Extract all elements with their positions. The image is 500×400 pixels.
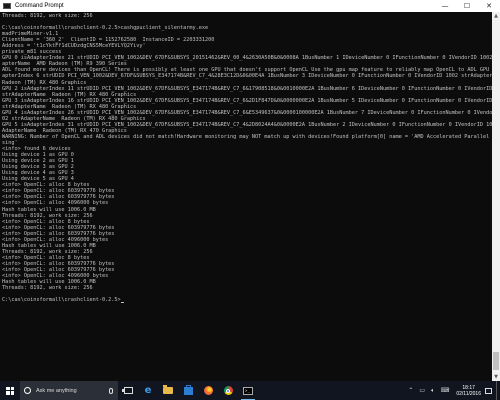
edge-browser-icon: e [144,385,152,396]
taskbar: Ask me anything e >_ ⌃ ▭ 🔈︎ ⌨ 18:17 02/1… [0,381,500,400]
taskbar-store[interactable] [178,381,198,400]
windows-logo-icon [6,386,14,395]
action-center-icon[interactable] [485,387,492,394]
command-prompt-icon: >_ [243,386,253,395]
volume-icon[interactable]: 🔈︎ [431,387,435,395]
search-placeholder: Ask me anything [36,387,77,394]
text-cursor [120,302,124,304]
scroll-down-arrow-icon[interactable]: ▼ [492,373,500,381]
close-button[interactable]: ✕ [478,0,500,12]
command-prompt-window: Command Prompt — ☐ ✕ Threads: 8192, work… [0,0,500,381]
taskbar-firefox[interactable] [198,381,218,400]
show-desktop-button[interactable] [496,381,500,400]
chrome-icon [223,386,233,395]
maximize-button[interactable]: ☐ [456,0,478,12]
task-view-button[interactable] [118,381,138,400]
firefox-icon [203,386,213,395]
store-icon [183,384,193,395]
system-tray: ⌃ ▭ 🔈︎ ⌨ 18:17 02/11/2016 [405,381,500,400]
cortana-icon [24,387,31,394]
taskbar-file-explorer[interactable] [158,381,178,400]
microphone-icon[interactable] [109,387,113,394]
console-text: Threads: 8192, work size: 256 C:\cas\coi… [2,13,492,304]
task-view-icon [121,387,133,394]
title-bar[interactable]: Command Prompt — ☐ ✕ [0,0,500,12]
taskbar-chrome[interactable] [218,381,238,400]
taskbar-command-prompt[interactable]: >_ [238,381,258,400]
clock[interactable]: 18:17 02/11/2016 [456,385,481,397]
window-controls: — ☐ ✕ [434,0,500,12]
window-title: Command Prompt [15,3,64,9]
scroll-up-arrow-icon[interactable]: ▲ [492,12,500,20]
clock-date: 02/11/2016 [456,390,481,397]
network-icon[interactable]: ▭ [419,387,425,394]
console-output[interactable]: Threads: 8192, work size: 256 C:\cas\coi… [0,12,492,381]
up-arrow-icon[interactable]: ⌃ [408,387,413,394]
keyboard-icon[interactable]: ⌨ [441,387,450,394]
vertical-scrollbar[interactable]: ▲ ▼ [492,12,500,381]
start-button[interactable] [0,381,20,400]
cortana-search-box[interactable]: Ask me anything [20,381,118,400]
minimize-button[interactable]: — [434,0,456,12]
file-explorer-icon [163,385,173,394]
scrollbar-thumb[interactable] [493,352,499,370]
cmd-app-icon [3,3,11,9]
taskbar-edge[interactable]: e [138,381,158,400]
